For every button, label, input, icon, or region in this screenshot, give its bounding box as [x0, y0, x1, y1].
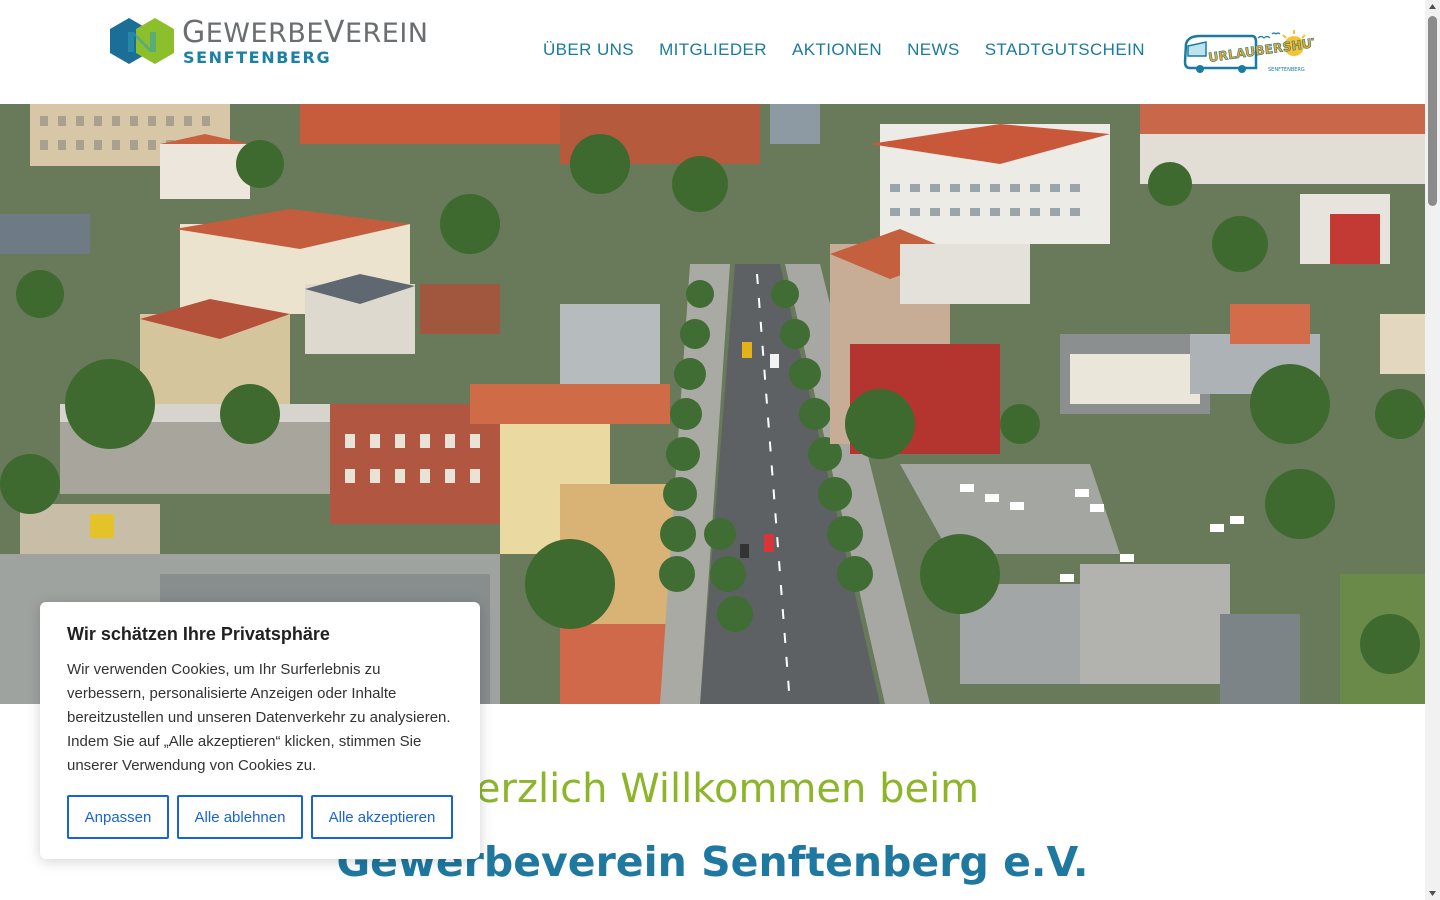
nav-item-news[interactable]: NEWS — [907, 40, 960, 60]
cookie-description: Wir verwenden Cookies, um Ihr Surferlebn… — [67, 661, 451, 774]
cookie-reject-all-button[interactable]: Alle ablehnen — [177, 795, 303, 839]
logo-subtitle: SENFTENBERG — [183, 48, 332, 67]
cookie-consent-banner: Wir schätzen Ihre Privatsphäre Wir verwe… — [40, 602, 480, 859]
nav-item-ueber-uns[interactable]: ÜBER UNS — [543, 40, 634, 60]
urlaubershuttle-logo[interactable]: URLAUBERSHUTTLE SENFTENBERG — [1182, 26, 1314, 76]
site-header: GEWERBEVEREIN SENFTENBERG ÜBER UNS MITGL… — [0, 0, 1425, 104]
page-scrollbar[interactable] — [1425, 0, 1440, 900]
logo-title: GEWERBEVEREIN — [182, 15, 429, 50]
nav-item-stadtgutschein[interactable]: STADTGUTSCHEIN — [985, 40, 1145, 60]
scroll-thumb[interactable] — [1428, 16, 1437, 206]
cookie-customize-button[interactable]: Anpassen — [67, 795, 169, 839]
scroll-up-arrow-icon[interactable] — [1425, 0, 1440, 14]
scroll-down-arrow-icon[interactable] — [1425, 886, 1440, 900]
cookie-title: Wir schätzen Ihre Privatsphäre — [67, 624, 330, 644]
nav-item-mitglieder[interactable]: MITGLIEDER — [659, 40, 767, 60]
logo-hexagon-icon — [110, 18, 174, 64]
gewerbeverein-logo[interactable]: GEWERBEVEREIN SENFTENBERG — [110, 18, 428, 68]
cookie-accept-all-button[interactable]: Alle akzeptieren — [311, 795, 453, 839]
main-nav: ÜBER UNS MITGLIEDER AKTIONEN NEWS STADTG… — [543, 40, 1145, 60]
svg-text:SENFTENBERG: SENFTENBERG — [1268, 67, 1305, 73]
nav-item-aktionen[interactable]: AKTIONEN — [792, 40, 882, 60]
